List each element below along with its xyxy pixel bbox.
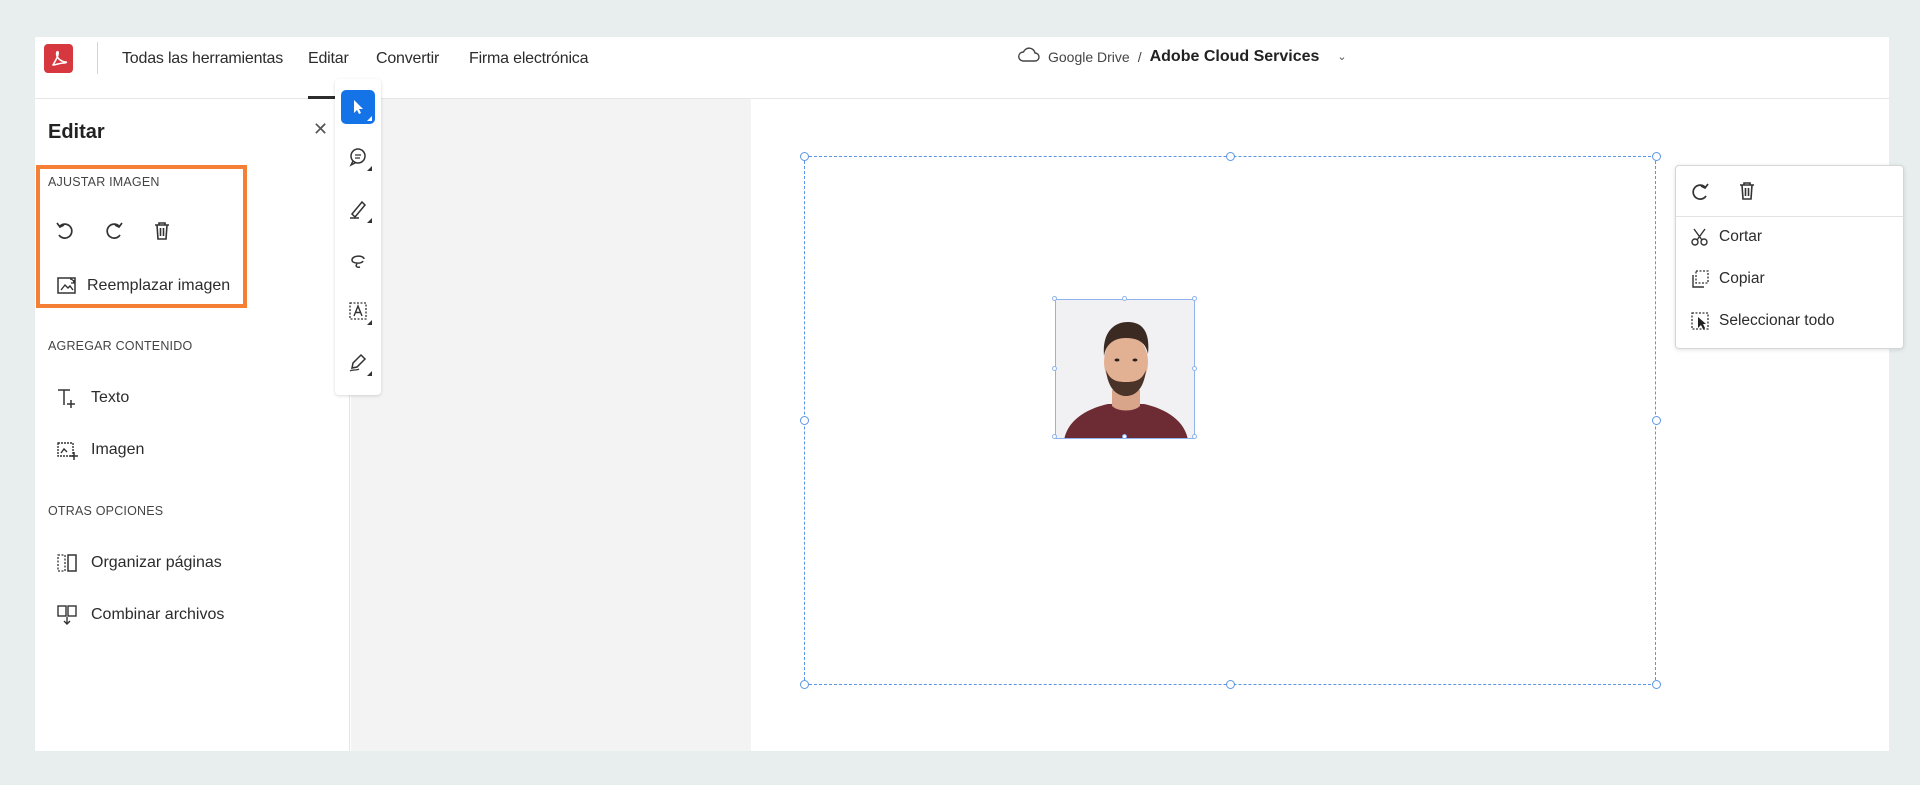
add-text-icon (55, 386, 79, 410)
resize-handle-bottom[interactable] (1226, 680, 1235, 689)
nav-firma-electronica[interactable]: Firma electrónica (469, 50, 589, 68)
organize-pages-button[interactable]: Organizar páginas (55, 551, 222, 575)
acrobat-logo-icon[interactable] (44, 44, 73, 73)
menu-item-label: Seleccionar todo (1719, 312, 1835, 329)
combine-files-button[interactable]: Combinar archivos (55, 603, 224, 627)
copy-icon (1689, 268, 1711, 290)
resize-handle-right[interactable] (1652, 416, 1661, 425)
panel-title: Editar (48, 121, 105, 143)
nav-editar[interactable]: Editar (308, 50, 349, 68)
menu-item-seleccionar-todo[interactable]: Seleccionar todo (1689, 310, 1834, 332)
chevron-down-icon[interactable]: ⌄ (1337, 50, 1346, 63)
organize-pages-label: Organizar páginas (91, 554, 222, 571)
breadcrumb-google-drive[interactable]: Google Drive (1048, 49, 1130, 65)
add-content-heading: AGREGAR CONTENIDO (48, 339, 193, 353)
combine-files-label: Combinar archivos (91, 606, 225, 623)
combine-files-icon (55, 603, 79, 627)
add-image-icon (55, 438, 79, 462)
rotate-right-icon[interactable] (102, 219, 126, 243)
menu-item-label: Copiar (1719, 270, 1765, 287)
comment-icon[interactable] (341, 140, 375, 174)
menu-item-label: Cortar (1719, 228, 1763, 245)
cloud-icon (1018, 47, 1040, 66)
select-pointer-icon[interactable] (341, 90, 375, 124)
replace-image-icon (55, 274, 79, 298)
photo-handle-top-right[interactable] (1192, 296, 1197, 301)
page-selection-frame[interactable] (804, 156, 1656, 685)
resize-handle-top-right[interactable] (1652, 152, 1661, 161)
add-text-label: Texto (91, 389, 130, 406)
other-options-heading: OTRAS OPCIONES (48, 504, 164, 518)
sign-icon[interactable] (341, 345, 375, 379)
replace-image-button[interactable]: Reemplazar imagen (55, 274, 230, 298)
photo-handle-bottom-left[interactable] (1052, 434, 1057, 439)
topbar-divider (97, 42, 98, 74)
photo-handle-bottom[interactable] (1122, 434, 1127, 439)
portrait-image (1056, 300, 1194, 438)
resize-handle-bottom-right[interactable] (1652, 680, 1661, 689)
photo-handle-top-left[interactable] (1052, 296, 1057, 301)
resize-handle-bottom-left[interactable] (800, 680, 809, 689)
text-box-icon[interactable] (341, 294, 375, 328)
pen-icon[interactable] (341, 192, 375, 226)
toolbar-gutter (351, 99, 751, 751)
rotate-left-icon[interactable] (53, 219, 77, 243)
menu-item-copiar[interactable]: Copiar (1689, 268, 1765, 290)
add-text-button[interactable]: Texto (55, 386, 129, 410)
context-menu-toolbar (1676, 166, 1903, 217)
resize-handle-top[interactable] (1226, 152, 1235, 161)
photo-handle-right[interactable] (1192, 366, 1197, 371)
menu-item-cortar[interactable]: Cortar (1689, 226, 1762, 248)
select-all-icon (1689, 310, 1711, 332)
vertical-toolbar (335, 79, 381, 395)
photo-handle-top[interactable] (1122, 296, 1127, 301)
edit-panel: Editar ✕ AJUSTAR IMAGEN Reemplazar image… (35, 99, 350, 751)
image-context-menu: Cortar Copiar Seleccionar todo (1675, 165, 1904, 349)
resize-handle-left[interactable] (800, 416, 809, 425)
delete-icon[interactable] (1735, 179, 1759, 203)
replace-image-label: Reemplazar imagen (87, 277, 231, 294)
breadcrumb: Google Drive / Adobe Cloud Services ⌄ (1018, 47, 1347, 66)
scissors-icon (1689, 226, 1711, 248)
organize-pages-icon (55, 551, 79, 575)
breadcrumb-separator: / (1137, 48, 1142, 65)
selected-photo[interactable] (1055, 299, 1195, 439)
add-image-button[interactable]: Imagen (55, 438, 144, 462)
delete-icon[interactable] (150, 219, 174, 243)
breadcrumb-adobe-cloud-services[interactable]: Adobe Cloud Services (1150, 48, 1320, 66)
top-bar: Todas las herramientas Editar Convertir … (35, 37, 1889, 99)
add-image-label: Imagen (91, 441, 145, 458)
rotate-right-icon[interactable] (1688, 180, 1712, 204)
adjust-image-heading: AJUSTAR IMAGEN (48, 175, 160, 189)
photo-handle-bottom-right[interactable] (1192, 434, 1197, 439)
close-icon[interactable]: ✕ (313, 119, 328, 140)
nav-convertir[interactable]: Convertir (376, 50, 439, 68)
photo-handle-left[interactable] (1052, 366, 1057, 371)
resize-handle-top-left[interactable] (800, 152, 809, 161)
nav-todas-las-herramientas[interactable]: Todas las herramientas (122, 50, 283, 68)
lasso-icon[interactable] (341, 244, 375, 278)
